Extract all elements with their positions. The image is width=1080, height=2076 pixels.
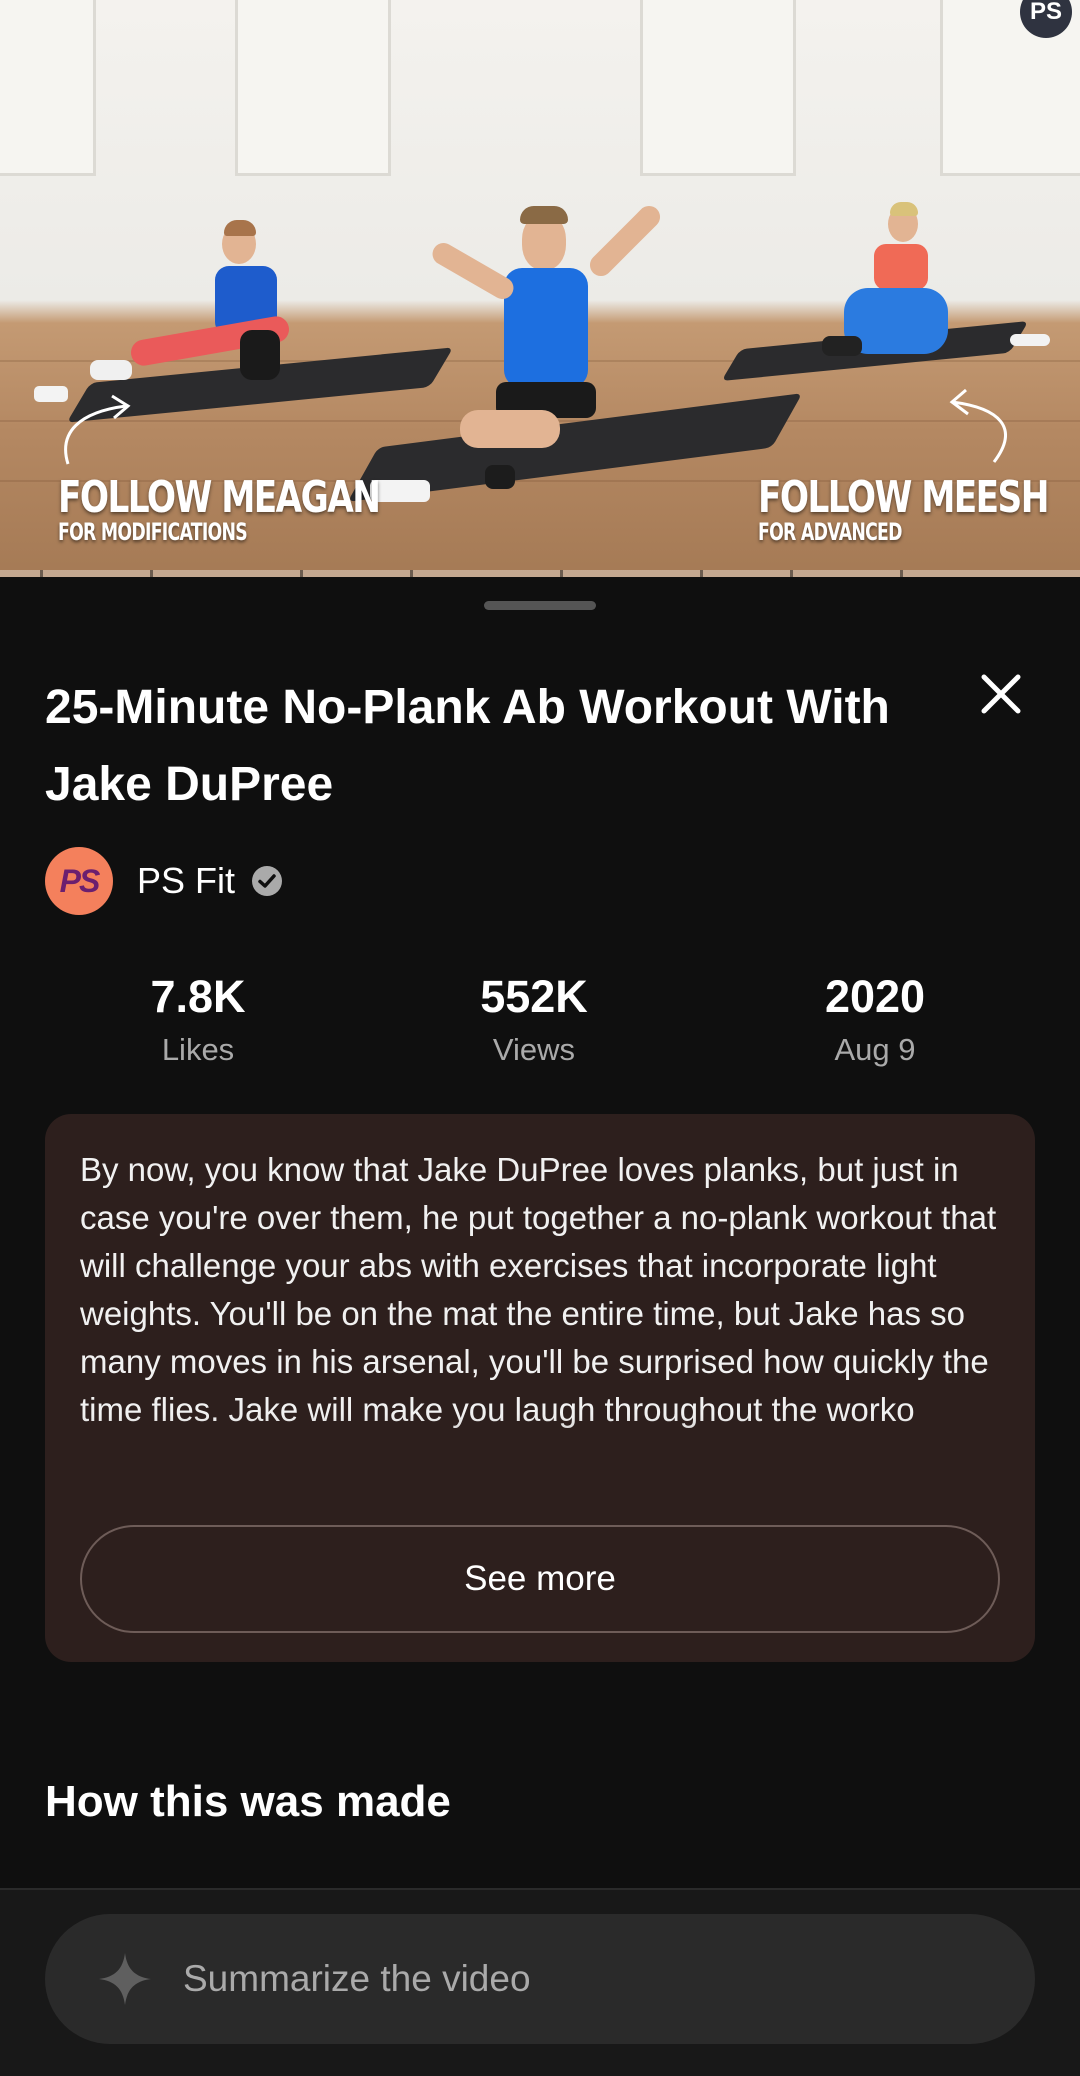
overlay-for-modifications: FOR MODIFICATIONS	[58, 518, 248, 546]
person-jake	[428, 190, 670, 490]
overlay-follow-meesh: FOLLOW MEESH	[758, 472, 1049, 523]
wall-panel	[0, 0, 96, 176]
wall-panel	[640, 0, 796, 176]
see-more-button[interactable]: See more	[80, 1525, 1000, 1633]
stat-label: Views	[492, 1032, 576, 1067]
person-meesh	[810, 200, 1050, 380]
overlay-for-advanced: FOR ADVANCED	[758, 518, 902, 546]
channel-name[interactable]: PS Fit	[137, 860, 235, 902]
summarize-input[interactable]: Summarize the video	[45, 1914, 1035, 2044]
curved-arrow-right-icon	[949, 388, 1007, 463]
description-fade	[45, 1414, 1035, 1524]
channel-row[interactable]: PS PS Fit	[45, 846, 283, 916]
video-progress-bar[interactable]	[0, 570, 1080, 577]
video-title: 25-Minute No-Plank Ab Workout With Jake …	[45, 681, 890, 811]
close-icon[interactable]	[970, 663, 1032, 725]
sparkle-icon	[99, 1953, 151, 2005]
stat-value: 7.8K	[150, 971, 246, 1022]
stat-value: 552K	[480, 971, 588, 1022]
channel-avatar[interactable]: PS	[45, 847, 113, 915]
person-meagan	[90, 220, 300, 410]
stat-label: Likes	[161, 1032, 235, 1067]
stat-label: Aug 9	[834, 1032, 916, 1067]
stat-value: 2020	[824, 971, 926, 1022]
wall-panel	[235, 0, 391, 176]
drag-handle[interactable]	[484, 601, 596, 610]
stat-likes: 7.8K Likes	[48, 970, 348, 1068]
verified-check-icon	[252, 866, 283, 896]
stat-views: 552K Views	[384, 970, 684, 1068]
section-heading-how-made: How this was made	[45, 1777, 451, 1826]
stat-date: 2020 Aug 9	[725, 970, 1025, 1068]
curved-arrow-left-icon	[64, 394, 131, 465]
overlay-follow-meagan: FOLLOW MEAGAN	[58, 472, 381, 523]
description-card[interactable]: By now, you know that Jake DuPree loves …	[45, 1114, 1035, 1662]
video-player[interactable]: PS FOLLOW MEAGAN FOR MODIFICATIONS FOLLO…	[0, 0, 1080, 577]
description-sheet: 25-Minute No-Plank Ab Workout With Jake …	[0, 577, 1080, 2076]
summarize-placeholder: Summarize the video	[183, 1958, 531, 1999]
